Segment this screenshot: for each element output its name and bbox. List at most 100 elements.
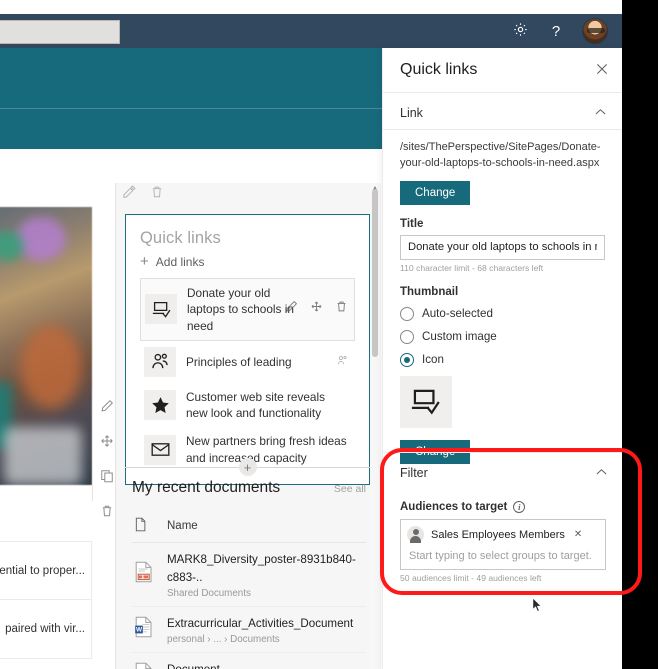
radio-button[interactable] — [400, 306, 414, 321]
chevron-up-icon[interactable] — [596, 468, 607, 479]
close-icon[interactable] — [596, 62, 608, 78]
pane-header: Quick links — [383, 48, 622, 92]
thumbnail-option-custom-image[interactable]: Custom image — [400, 329, 605, 344]
title-input[interactable] — [400, 234, 605, 260]
quick-link-label: Principles of leading — [186, 354, 292, 369]
edit-webpart-icon[interactable] — [122, 185, 136, 204]
quick-link-item-3[interactable]: Customer web site reveals new look and f… — [140, 383, 355, 428]
quick-links-title: Quick links — [140, 229, 221, 247]
svg-text:W: W — [136, 626, 143, 633]
audience-picker[interactable]: Sales Employees Members ✕ Start typing t… — [400, 519, 606, 570]
mouse-pointer-icon — [532, 596, 543, 613]
filter-section-title: Filter — [400, 466, 428, 480]
table-row[interactable]: W Extracurricular_Activities_Document pe… — [132, 607, 366, 653]
laptop-check-icon — [400, 375, 452, 428]
trash-icon[interactable] — [335, 300, 348, 318]
recent-documents-webpart: My recent documents See all Name MARK8_D… — [116, 479, 382, 669]
gear-icon[interactable] — [510, 22, 530, 40]
people-icon — [144, 346, 176, 377]
file-icon — [134, 517, 147, 535]
audience-chip-name: Sales Employees Members — [431, 528, 565, 541]
word-file-icon: W — [134, 662, 154, 669]
add-section-control[interactable]: + — [125, 457, 370, 477]
link-url-value: /sites/ThePerspective/SitePages/Donate-y… — [400, 141, 601, 169]
pane-title: Quick links — [400, 61, 478, 78]
property-pane: Quick links Link /sites/ThePerspective/S… — [382, 48, 622, 669]
file-info: MARK8_Diversity_poster-8931b840-c883-.. … — [167, 550, 366, 599]
duplicate-icon[interactable] — [100, 469, 114, 488]
table-row[interactable]: W Document personal › ... › Documents — [132, 653, 366, 669]
link-section-body: /sites/ThePerspective/SitePages/Donate-y… — [383, 130, 622, 464]
quick-link-label: Customer web site reveals new look and f… — [186, 389, 325, 421]
list-item[interactable]: ential to proper... — [0, 542, 91, 600]
quick-link-actions — [285, 300, 348, 318]
webpart-action-rail — [100, 399, 114, 523]
left-news-list: ential to proper... paired with vir... — [0, 541, 92, 659]
change-link-button[interactable]: Change — [400, 180, 471, 205]
column-header-name[interactable]: Name — [167, 520, 198, 532]
radio-button[interactable] — [400, 329, 414, 344]
link-section-title: Link — [400, 106, 423, 120]
audiences-label-row: Audiences to target i — [400, 501, 606, 513]
radio-label: Icon — [422, 353, 444, 367]
filter-section-body: Audiences to target i Sales Employees Me… — [383, 501, 622, 583]
suite-actions: ? — [510, 14, 614, 48]
file-name: Document — [167, 663, 220, 669]
audience-chip[interactable]: Sales Employees Members ✕ — [407, 525, 599, 546]
thumbnail-option-auto[interactable]: Auto-selected — [400, 306, 605, 321]
word-file-icon: W — [134, 616, 154, 643]
avatar[interactable] — [582, 18, 608, 44]
file-location: Shared Documents — [167, 588, 251, 599]
audience-input-placeholder[interactable]: Start typing to select groups to target. — [407, 546, 599, 563]
quick-links-webpart[interactable]: Quick links + Add links Donate your old — [125, 214, 370, 485]
file-info: Extracurricular_Activities_Document pers… — [167, 614, 353, 645]
title-char-hint: 110 character limit - 68 characters left — [400, 262, 544, 273]
recent-documents-header: My recent documents See all — [132, 479, 366, 497]
file-info: Document personal › ... › Documents — [167, 660, 280, 669]
title-field-label: Title — [400, 217, 424, 230]
radio-label: Custom image — [422, 330, 497, 344]
close-icon[interactable]: ✕ — [574, 529, 582, 540]
chevron-up-icon[interactable] — [595, 108, 606, 119]
people-small-icon — [337, 353, 348, 371]
table-column-header: Name — [132, 513, 366, 543]
info-icon[interactable]: i — [513, 501, 526, 513]
trash-icon[interactable] — [100, 504, 114, 523]
left-content-column: ential to proper... paired with vir... — [0, 183, 92, 669]
table-row[interactable]: MARK8_Diversity_poster-8931b840-c883-.. … — [132, 543, 366, 607]
recent-documents-title: My recent documents — [132, 479, 281, 496]
move-icon[interactable] — [100, 434, 114, 453]
file-name: MARK8_Diversity_poster-8931b840-c883-.. — [167, 553, 356, 584]
add-links-button[interactable]: + Add links — [140, 254, 355, 269]
file-location: personal › ... › Documents — [167, 634, 280, 645]
trash-icon[interactable] — [150, 185, 164, 204]
quick-link-item-2[interactable]: Principles of leading — [140, 341, 355, 383]
laptop-check-icon — [145, 294, 177, 325]
star-icon — [144, 390, 176, 421]
question-mark-icon[interactable]: ? — [546, 24, 566, 39]
plus-icon: + — [140, 253, 149, 270]
filter-section: Filter Audiences to target i Sales Emplo… — [383, 452, 622, 583]
quick-link-item-1[interactable]: Donate your old laptops to schools in ne… — [140, 278, 355, 341]
thumbnail-field-label: Thumbnail — [400, 285, 459, 298]
audiences-label: Audiences to target — [400, 501, 508, 513]
list-item[interactable]: paired with vir... — [0, 600, 91, 658]
pencil-icon[interactable] — [100, 399, 114, 418]
audiences-limit-hint: 50 audiences limit - 49 audiences left — [400, 573, 542, 583]
center-content-column: Quick links + Add links Donate your old — [115, 183, 381, 669]
plus-icon[interactable]: + — [238, 458, 257, 476]
screenshot-root: ? Share — [0, 0, 658, 669]
move-icon[interactable] — [310, 300, 323, 318]
see-all-link[interactable]: See all — [334, 483, 366, 495]
hero-image — [0, 207, 92, 485]
search-input[interactable] — [0, 20, 120, 44]
scrollbar-thumb[interactable] — [372, 189, 378, 357]
link-section-header[interactable]: Link — [383, 93, 622, 129]
person-avatar-icon — [407, 526, 424, 543]
webpart-toolbar — [122, 185, 164, 204]
canvas-scrollbar[interactable]: ▲ — [370, 183, 380, 669]
pencil-icon[interactable] — [285, 300, 298, 318]
radio-button[interactable] — [400, 352, 414, 367]
thumbnail-option-icon[interactable]: Icon — [400, 352, 605, 367]
filter-section-header[interactable]: Filter — [383, 453, 622, 489]
